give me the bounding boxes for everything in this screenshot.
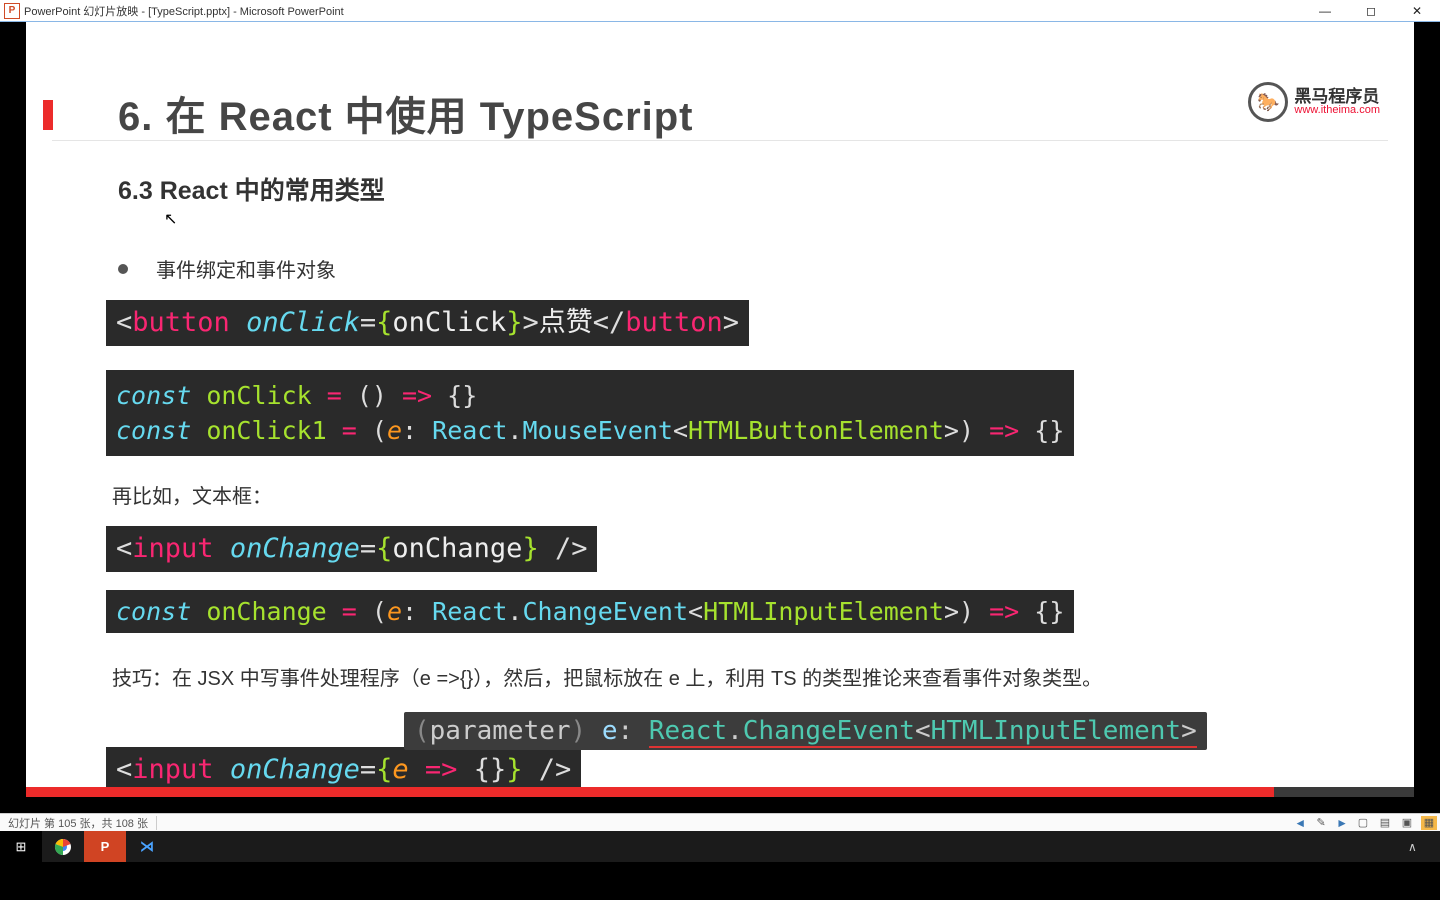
titlebar: P PowerPoint 幻灯片放映 - [TypeScript.pptx] -… [0,0,1440,22]
slide-subheading: 6.3 React 中的常用类型 [118,171,385,207]
window-title: PowerPoint 幻灯片放映 - [TypeScript.pptx] - M… [24,3,344,19]
statusbar: 幻灯片 第 105 张，共 108 张 ◄ ✎ ► ▢ ▤ ▣ ▦ [0,813,1440,831]
accent-bar [43,100,53,130]
slideshow-area[interactable]: 6. 在 React 中使用 TypeScript 🐎 黑马程序员 www.it… [0,22,1440,813]
next-slide-button[interactable]: ► [1336,816,1348,830]
bullet-1-text: 事件绑定和事件对象 [156,254,336,283]
prev-slide-button[interactable]: ◄ [1294,816,1306,830]
reading-view-button[interactable]: ▣ [1399,816,1415,830]
slide-counter: 幻灯片 第 105 张，共 108 张 [8,815,148,831]
code-block-1: <button onClick={onClick}>点赞</button> [106,300,749,346]
plain-text-1: 再比如，文本框： [112,480,272,509]
brand-logo: 🐎 黑马程序员 www.itheima.com [1248,82,1380,122]
sorter-view-button[interactable]: ▤ [1377,816,1393,830]
code-block-3: <input onChange={onChange} /> [106,526,597,572]
slide-heading: 6. 在 React 中使用 TypeScript [118,84,694,142]
horse-icon: 🐎 [1248,82,1288,122]
close-button[interactable]: ✕ [1394,0,1440,22]
code-block-2: const onClick = () => {} const onClick1 … [106,370,1074,456]
divider [52,140,1388,141]
minimize-button[interactable]: — [1302,0,1348,22]
start-button[interactable]: ⊞ [0,831,42,862]
type-tooltip: (parameter) e: React.ChangeEvent<HTMLInp… [404,712,1207,750]
chrome-taskbar-icon[interactable] [42,831,84,862]
footer-strip [26,787,1414,797]
bullet-1: 事件绑定和事件对象 [118,254,336,283]
powerpoint-icon: P [4,3,20,19]
taskbar-overflow-icon[interactable]: ∧ [1408,840,1440,854]
vscode-taskbar-icon[interactable]: ⋊ [126,831,168,862]
logo-text-cn: 黑马程序员 [1294,88,1380,105]
logo-text-url: www.itheima.com [1294,105,1380,116]
slideshow-view-button[interactable]: ▦ [1421,816,1437,830]
code-block-4: const onChange = (e: React.ChangeEvent<H… [106,590,1074,633]
slide: 6. 在 React 中使用 TypeScript 🐎 黑马程序员 www.it… [26,22,1414,797]
pen-icon[interactable]: ✎ [1313,816,1329,830]
cursor-icon: ↖ [164,209,177,229]
bullet-dot-icon [118,264,128,274]
taskbar: ⊞ P ⋊ ∧ [0,831,1440,862]
code-block-5: <input onChange={e => {}} /> [106,747,581,793]
powerpoint-taskbar-icon[interactable]: P [84,831,126,862]
maximize-button[interactable]: ◻ [1348,0,1394,22]
plain-text-2: 技巧：在 JSX 中写事件处理程序（e =>{}），然后，把鼠标放在 e 上，利… [112,662,1102,691]
normal-view-button[interactable]: ▢ [1355,816,1371,830]
